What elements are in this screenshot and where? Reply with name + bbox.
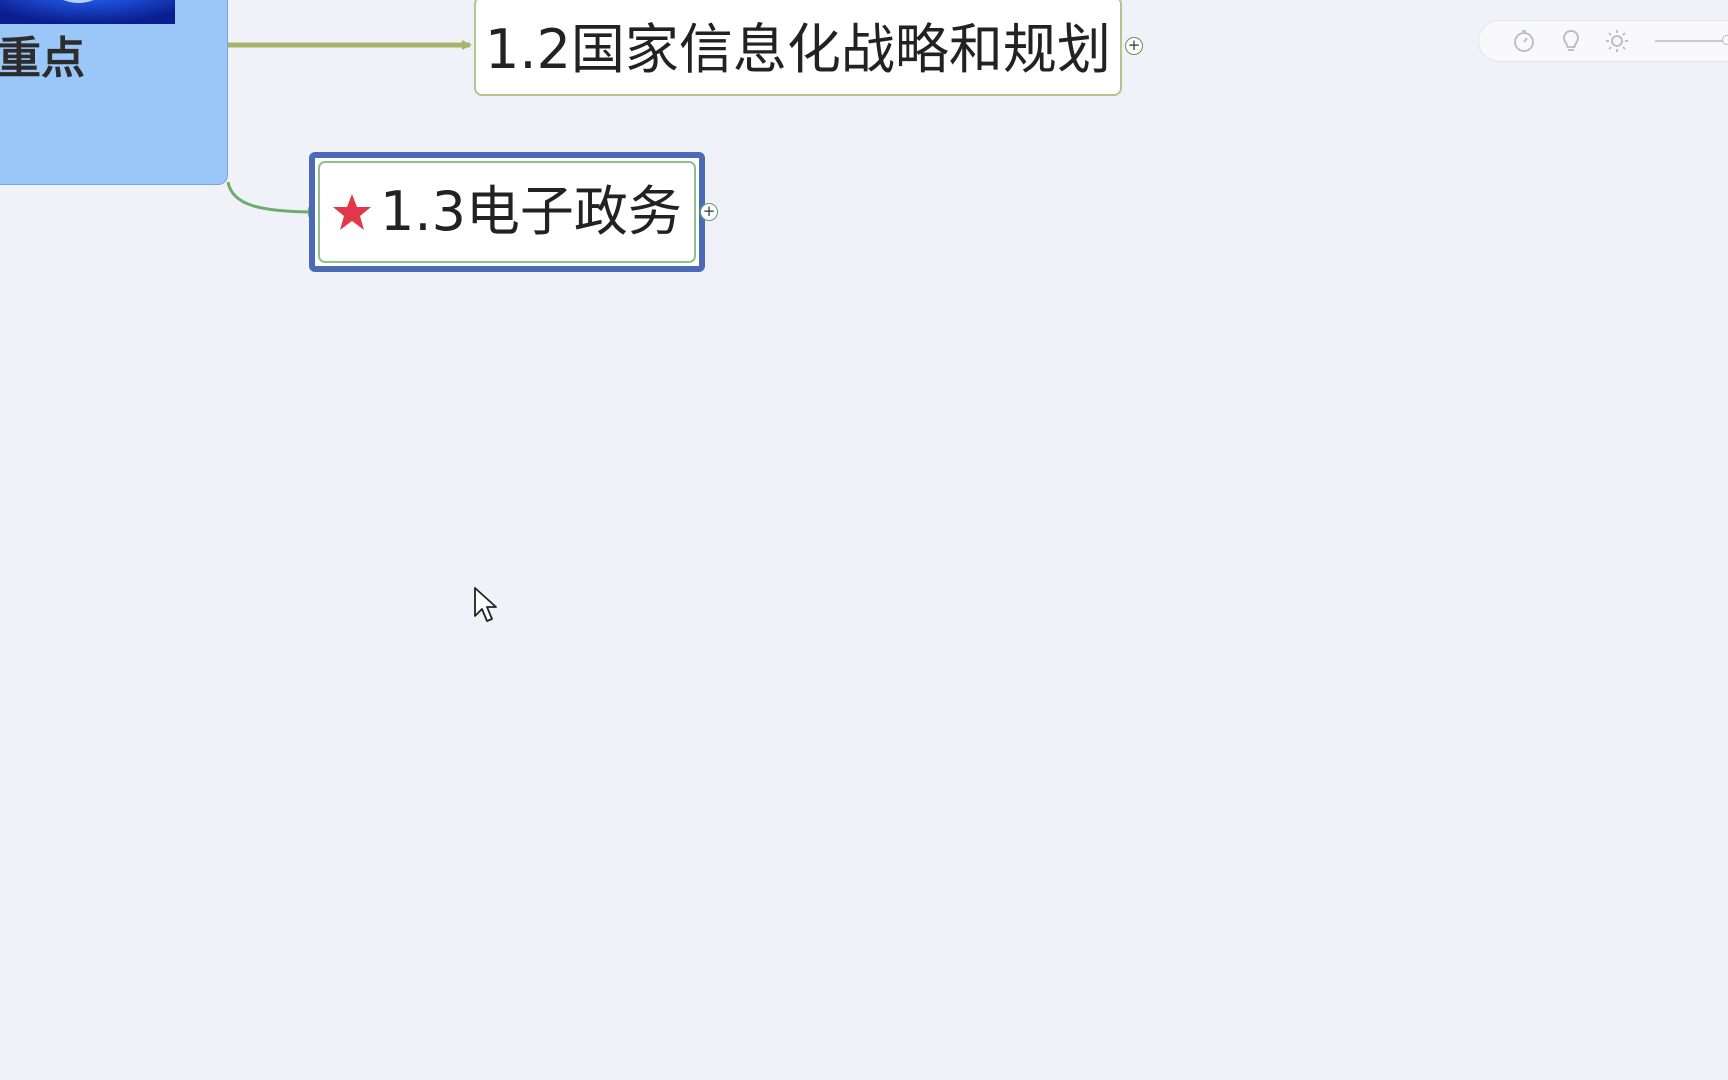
- branch-connectors: [226, 40, 472, 217]
- brightness-icon[interactable]: [1604, 28, 1630, 54]
- zoom-slider[interactable]: [1655, 40, 1728, 42]
- lightbulb-icon[interactable]: [1558, 28, 1584, 54]
- mouse-cursor-icon: [474, 587, 497, 622]
- branch-arrow-1-2: [462, 40, 472, 50]
- central-topic[interactable]: 重点: [0, 0, 228, 185]
- mindmap-canvas[interactable]: 重点 1.2国家信息化战略和规划 + 1.3电子政务 +: [0, 0, 1728, 1080]
- expand-subtopic-1-2-button[interactable]: +: [1125, 37, 1143, 55]
- subtopic-1-2[interactable]: 1.2国家信息化战略和规划: [474, 0, 1122, 96]
- star-icon: [333, 194, 372, 230]
- central-topic-image: [0, 0, 175, 24]
- timer-icon[interactable]: [1511, 28, 1537, 54]
- branch-line-1-3: [226, 181, 317, 214]
- subtopic-1-3-label: 1.3电子政务: [380, 180, 682, 243]
- subtopic-1-3[interactable]: 1.3电子政务: [318, 161, 696, 263]
- expand-subtopic-1-3-button[interactable]: +: [700, 203, 718, 221]
- central-topic-label: 重点: [0, 33, 85, 84]
- subtopic-1-2-label: 1.2国家信息化战略和规划: [485, 18, 1111, 81]
- zoom-slider-handle[interactable]: [1722, 35, 1728, 45]
